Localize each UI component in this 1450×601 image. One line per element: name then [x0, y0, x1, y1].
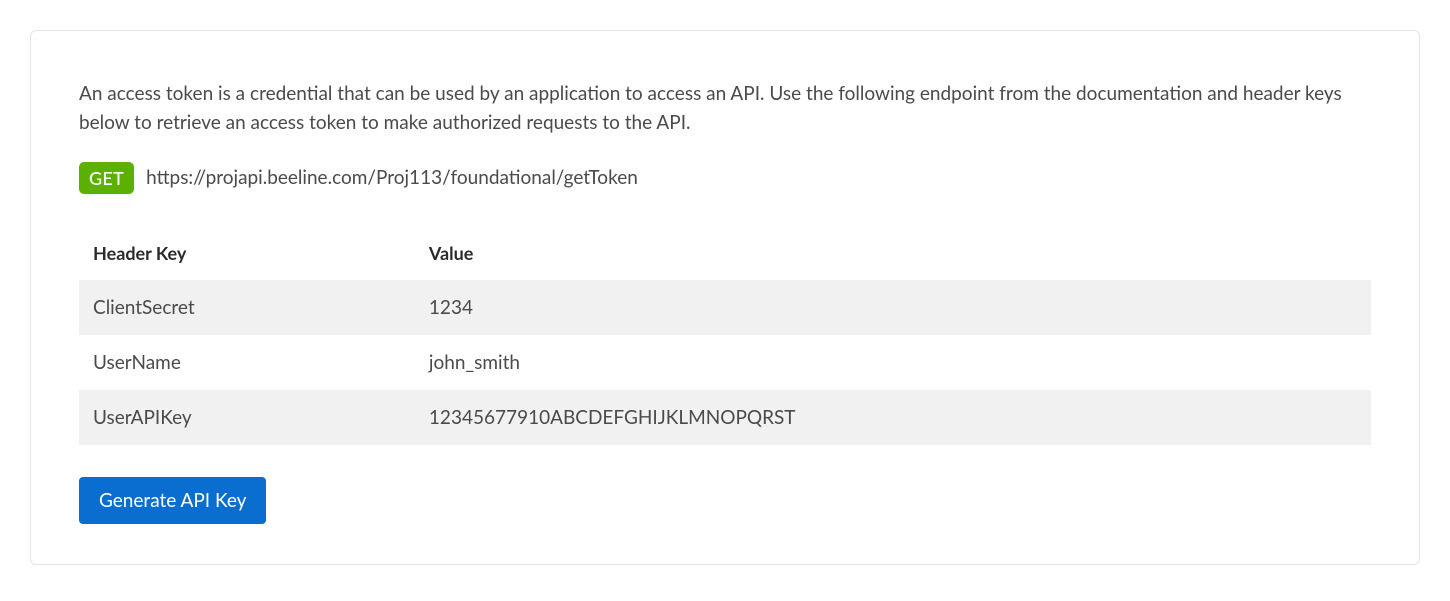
token-description: An access token is a credential that can… [79, 79, 1371, 138]
endpoint-row: GET https://projapi.beeline.com/Proj113/… [79, 162, 1371, 194]
table-row: ClientSecret 1234 [79, 280, 1371, 335]
table-row: UserName john_smith [79, 335, 1371, 390]
cell-header-key: UserName [79, 335, 415, 390]
table-row: UserAPIKey 12345677910ABCDEFGHIJKLMNOPQR… [79, 390, 1371, 445]
column-header-value: Value [415, 226, 1371, 280]
generate-api-key-button[interactable]: Generate API Key [79, 477, 266, 524]
column-header-key: Header Key [79, 226, 415, 280]
table-header-row: Header Key Value [79, 226, 1371, 280]
cell-header-value: 12345677910ABCDEFGHIJKLMNOPQRST [415, 390, 1371, 445]
header-keys-table: Header Key Value ClientSecret 1234 UserN… [79, 226, 1371, 445]
http-method-badge: GET [79, 162, 134, 194]
cell-header-key: UserAPIKey [79, 390, 415, 445]
cell-header-value: 1234 [415, 280, 1371, 335]
cell-header-key: ClientSecret [79, 280, 415, 335]
cell-header-value: john_smith [415, 335, 1371, 390]
endpoint-url: https://projapi.beeline.com/Proj113/foun… [146, 166, 638, 189]
api-token-card: An access token is a credential that can… [30, 30, 1420, 565]
